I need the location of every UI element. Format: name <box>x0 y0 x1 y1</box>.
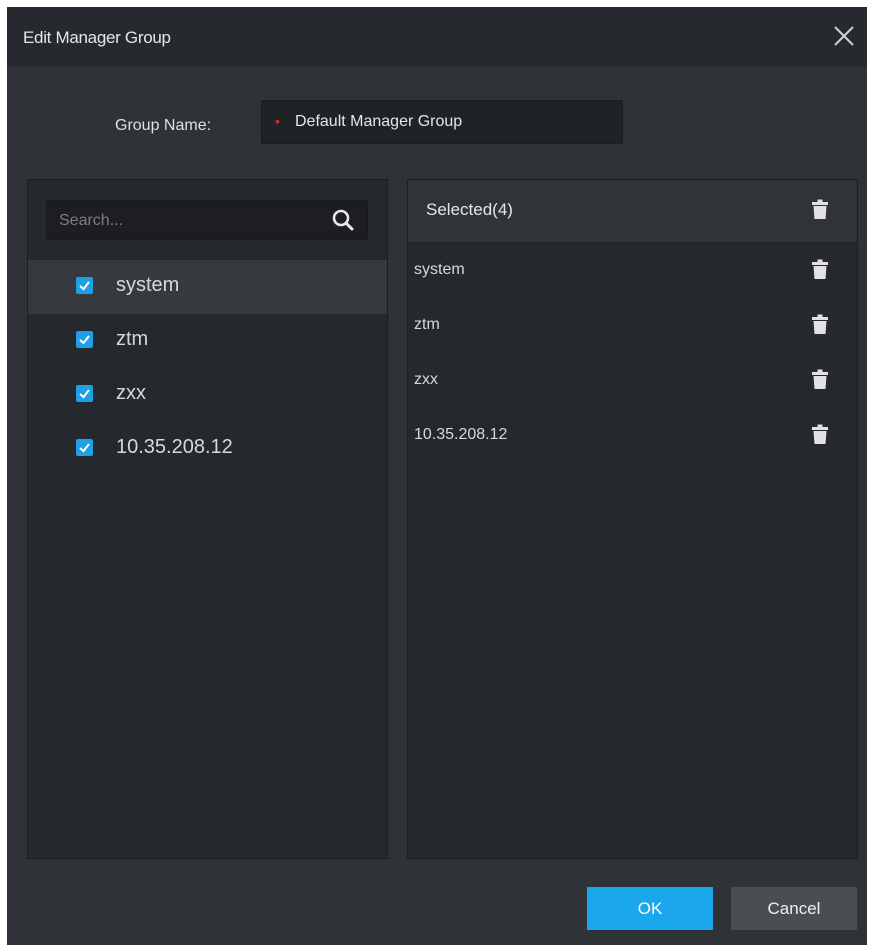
search-icon[interactable] <box>331 208 355 232</box>
check-icon <box>79 443 90 453</box>
checkbox[interactable] <box>76 331 93 348</box>
list-item: ztm <box>408 297 857 352</box>
search-box[interactable] <box>46 200 368 240</box>
remove-trash-icon[interactable] <box>812 369 828 389</box>
user-label: zxx <box>116 382 146 404</box>
edit-manager-group-dialog: Edit Manager Group Group Name: • Default… <box>7 7 867 945</box>
selected-label: ztm <box>414 316 440 333</box>
selected-label: zxx <box>414 371 438 388</box>
list-item: zxx <box>408 352 857 407</box>
group-name-value[interactable]: Default Manager Group <box>295 113 462 131</box>
check-icon <box>79 335 90 345</box>
selected-label: system <box>414 261 465 278</box>
remove-trash-icon[interactable] <box>812 424 828 444</box>
search-input[interactable] <box>57 209 311 233</box>
checkbox[interactable] <box>76 277 93 294</box>
required-marker: • <box>275 113 280 129</box>
list-item: 10.35.208.12 <box>408 407 857 462</box>
list-item: system <box>408 242 857 297</box>
list-item[interactable]: zxx <box>28 368 387 422</box>
user-label: ztm <box>116 328 149 350</box>
close-icon[interactable] <box>831 23 857 49</box>
dialog-titlebar: Edit Manager Group <box>7 7 867 67</box>
dialog-title: Edit Manager Group <box>23 28 171 47</box>
list-item[interactable]: ztm <box>28 314 387 368</box>
selected-header: Selected(4) <box>408 180 857 243</box>
remove-trash-icon[interactable] <box>812 259 828 279</box>
cancel-button[interactable]: Cancel <box>731 887 857 930</box>
user-label: system <box>116 274 180 296</box>
group-name-label: Group Name: <box>115 117 212 134</box>
group-name-field[interactable]: • Default Manager Group <box>261 100 623 144</box>
user-label: 10.35.208.12 <box>116 436 233 458</box>
selected-list: system ztm zxx 10.35.208.12 <box>408 242 857 462</box>
user-list: system ztm zxx 10.35.208.12 <box>28 260 387 476</box>
ok-button[interactable]: OK <box>587 887 713 930</box>
selected-panel: Selected(4) system ztm zxx 10.35.208.12 <box>407 179 858 859</box>
remove-trash-icon[interactable] <box>812 314 828 334</box>
check-icon <box>79 389 90 399</box>
clear-all-trash-icon[interactable] <box>812 199 828 219</box>
list-item[interactable]: system <box>28 260 387 314</box>
list-item[interactable]: 10.35.208.12 <box>28 422 387 476</box>
selected-count-title: Selected(4) <box>426 200 513 219</box>
user-list-panel: system ztm zxx 10.35.208.12 <box>27 179 388 859</box>
check-icon <box>79 281 90 291</box>
selected-label: 10.35.208.12 <box>414 426 508 443</box>
checkbox[interactable] <box>76 439 93 456</box>
checkbox[interactable] <box>76 385 93 402</box>
